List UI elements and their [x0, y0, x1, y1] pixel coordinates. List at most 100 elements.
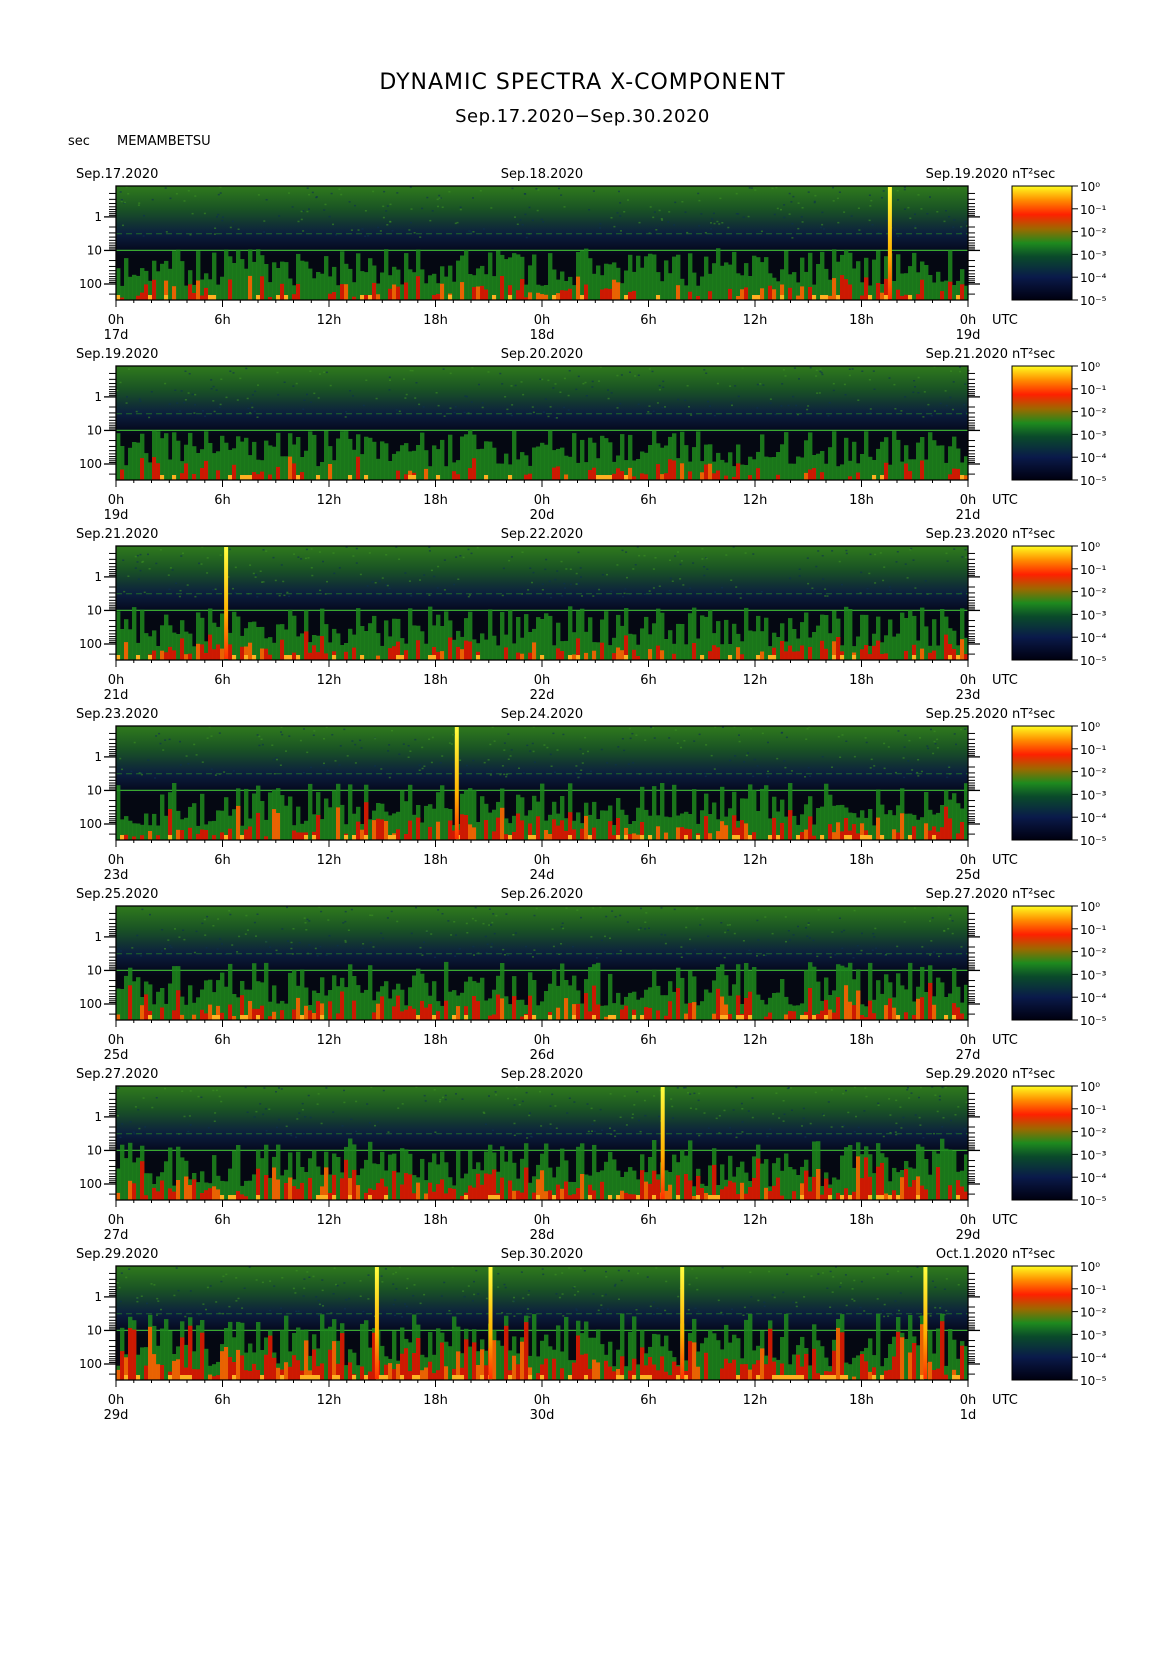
- panel-mid-date: Sep.26.2020: [501, 887, 583, 902]
- panel-mid-date: Sep.28.2020: [501, 1067, 583, 1082]
- colorbar: nT²sec 10⁰ 10⁻¹ 10⁻² 10⁻³ 10⁻⁴ 10⁻⁵: [1011, 347, 1107, 488]
- day-label: 25d: [956, 868, 981, 883]
- x-tick-label: 6h: [640, 1393, 657, 1408]
- x-tick-label: 0h: [960, 1033, 977, 1048]
- colorbar-tick-label: 10⁻²: [1080, 1306, 1107, 1320]
- y-tick-label: 100: [79, 277, 102, 291]
- colorbar: nT²sec 10⁰ 10⁻¹ 10⁻² 10⁻³ 10⁻⁴ 10⁻⁵: [1011, 707, 1107, 848]
- day-label: 21d: [956, 508, 981, 523]
- colorbar-tick-label: 10⁻⁵: [1080, 474, 1107, 488]
- x-tick-label: 6h: [640, 493, 657, 508]
- colorbar-tick-label: 10⁻³: [1080, 428, 1107, 442]
- x-tick-label: 0h: [960, 1393, 977, 1408]
- y-tick-label: 100: [79, 1177, 102, 1191]
- x-tick-label: 18h: [849, 1393, 874, 1408]
- day-label: 29d: [956, 1228, 981, 1243]
- spike-mark: [488, 1267, 493, 1379]
- colorbar-tick-label: 10⁻²: [1080, 226, 1107, 240]
- colorbar-tick-label: 10⁻²: [1080, 946, 1107, 960]
- colorbar-tick-label: 10⁻¹: [1080, 1103, 1107, 1117]
- colorbar-unit: nT²sec: [1012, 347, 1055, 362]
- day-label: 23d: [956, 688, 981, 703]
- x-tick-label: 6h: [214, 1213, 231, 1228]
- spectra-panel-7: Sep.29.2020 Sep.30.2020 Oct.1.2020 1 10 100 0h…: [76, 1247, 1107, 1423]
- panel-right-date: Sep.25.2020: [926, 707, 1008, 722]
- colorbar-tick-label: 10⁰: [1080, 1260, 1100, 1274]
- colorbar-tick-label: 10⁻¹: [1080, 563, 1107, 577]
- x-tick-label: 0h: [960, 1213, 977, 1228]
- x-tick-label: 12h: [743, 1213, 768, 1228]
- colorbar-tick-label: 10⁰: [1080, 720, 1100, 734]
- y-tick-label: 10: [87, 243, 102, 257]
- colorbar-tick-label: 10⁻⁴: [1080, 631, 1107, 645]
- x-tick-label: 0h: [534, 493, 551, 508]
- spectra-panel-3: Sep.21.2020 Sep.22.2020 Sep.23.2020 1 10 100 0…: [76, 527, 1107, 703]
- y-tick-label: 1: [94, 570, 102, 584]
- panel-right-date: Oct.1.2020: [936, 1247, 1008, 1262]
- x-tick-label: 18h: [849, 1033, 874, 1048]
- colorbar: nT²sec 10⁰ 10⁻¹ 10⁻² 10⁻³ 10⁻⁴ 10⁻⁵: [1011, 887, 1107, 1028]
- x-tick-label: 6h: [640, 313, 657, 328]
- day-label: 26d: [530, 1048, 555, 1063]
- colorbar-tick-label: 10⁻⁵: [1080, 654, 1107, 668]
- day-label: 19d: [104, 508, 129, 523]
- y-tick-label: 1: [94, 210, 102, 224]
- day-label: 17d: [104, 328, 129, 343]
- x-tick-label: 12h: [317, 1033, 342, 1048]
- colorbar-tick-label: 10⁻¹: [1080, 923, 1107, 937]
- colorbar-tick-label: 10⁻⁵: [1080, 294, 1107, 308]
- x-tick-label: 18h: [423, 1213, 448, 1228]
- colorbar-tick-label: 10⁰: [1080, 1080, 1100, 1094]
- colorbar-tick-label: 10⁻²: [1080, 406, 1107, 420]
- day-label: 24d: [530, 868, 555, 883]
- colorbar-tick-label: 10⁻⁴: [1080, 1351, 1107, 1365]
- colorbar-tick-label: 10⁰: [1080, 540, 1100, 554]
- x-tick-label: 0h: [960, 493, 977, 508]
- day-label: 27d: [956, 1048, 981, 1063]
- x-tick-label: 6h: [214, 493, 231, 508]
- panel-left-date: Sep.21.2020: [76, 527, 158, 542]
- colorbar-tick-label: 10⁻³: [1080, 788, 1107, 802]
- panel-right-date: Sep.21.2020: [926, 347, 1008, 362]
- x-tick-label: 18h: [849, 493, 874, 508]
- x-tick-label: 6h: [214, 673, 231, 688]
- spike-mark: [887, 187, 892, 299]
- day-label: 18d: [530, 328, 555, 343]
- utc-label: UTC: [992, 313, 1018, 328]
- x-tick-label: 18h: [849, 853, 874, 868]
- x-tick-label: 6h: [640, 673, 657, 688]
- colorbar-tick-label: 10⁻⁵: [1080, 834, 1107, 848]
- colorbar-tick-label: 10⁻²: [1080, 586, 1107, 600]
- spectra-figure: Sep.17.2020 Sep.18.2020 Sep.19.2020 1 10 100 0…: [76, 167, 1107, 1423]
- colorbar-tick-label: 10⁻¹: [1080, 203, 1107, 217]
- colorbar-tick-label: 10⁻⁵: [1080, 1374, 1107, 1388]
- panel-left-date: Sep.23.2020: [76, 707, 158, 722]
- x-tick-label: 12h: [743, 313, 768, 328]
- x-tick-label: 0h: [534, 1033, 551, 1048]
- x-tick-label: 12h: [743, 1393, 768, 1408]
- colorbar-tick-label: 10⁻²: [1080, 1126, 1107, 1140]
- utc-label: UTC: [992, 493, 1018, 508]
- y-tick-label: 10: [87, 603, 102, 617]
- x-tick-label: 0h: [534, 673, 551, 688]
- colorbar-unit: nT²sec: [1012, 887, 1055, 902]
- colorbar-tick-label: 10⁻¹: [1080, 383, 1107, 397]
- day-label: 19d: [956, 328, 981, 343]
- x-tick-label: 18h: [423, 1393, 448, 1408]
- x-tick-label: 6h: [214, 1033, 231, 1048]
- colorbar-tick-label: 10⁻²: [1080, 766, 1107, 780]
- panel-right-date: Sep.19.2020: [926, 167, 1008, 182]
- colorbar-tick-label: 10⁻¹: [1080, 743, 1107, 757]
- x-tick-label: 12h: [743, 853, 768, 868]
- x-tick-label: 12h: [317, 493, 342, 508]
- panel-mid-date: Sep.22.2020: [501, 527, 583, 542]
- y-tick-label: 100: [79, 817, 102, 831]
- colorbar-tick-label: 10⁻³: [1080, 968, 1107, 982]
- panel-left-date: Sep.29.2020: [76, 1247, 158, 1262]
- x-tick-label: 18h: [423, 853, 448, 868]
- y-tick-label: 1: [94, 1290, 102, 1304]
- colorbar-unit: nT²sec: [1012, 527, 1055, 542]
- x-tick-label: 0h: [108, 673, 125, 688]
- panel-right-date: Sep.23.2020: [926, 527, 1008, 542]
- panel-mid-date: Sep.30.2020: [501, 1247, 583, 1262]
